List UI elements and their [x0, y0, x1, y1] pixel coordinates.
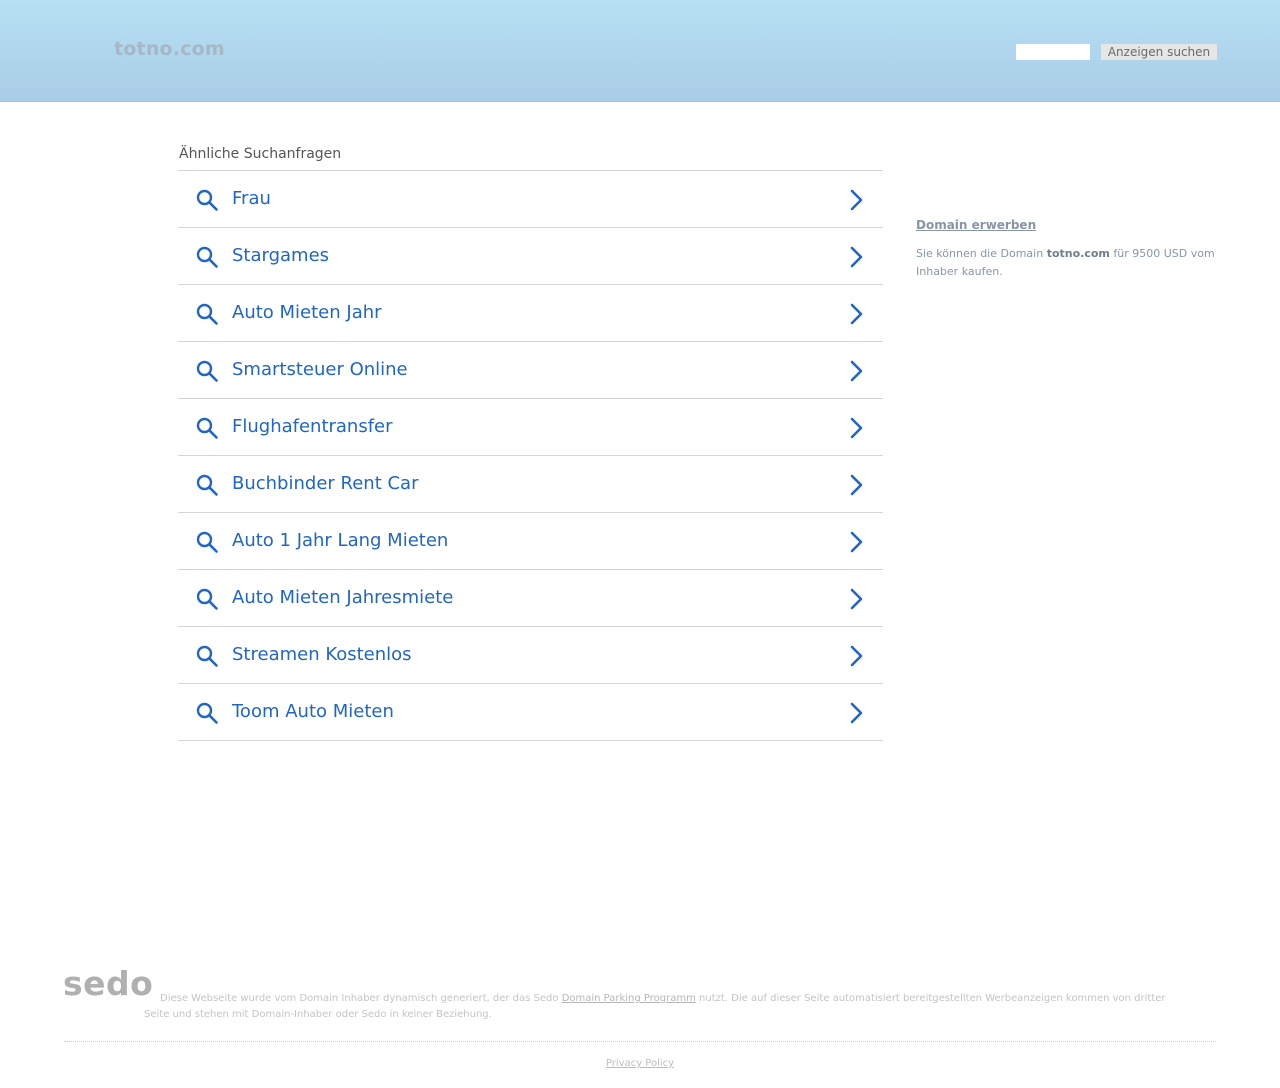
privacy-policy-container: Privacy Policy	[0, 1057, 1280, 1071]
related-search-label[interactable]: Buchbinder Rent Car	[232, 472, 418, 496]
search-icon	[196, 474, 218, 496]
chevron-right-icon	[850, 360, 863, 382]
related-search-item[interactable]: Frau	[178, 171, 883, 228]
related-search-item[interactable]: Auto Mieten Jahr	[178, 285, 883, 342]
related-search-label[interactable]: Auto Mieten Jahresmiete	[232, 586, 453, 610]
related-search-item[interactable]: Flughafentransfer	[178, 399, 883, 456]
search-input[interactable]	[1016, 44, 1090, 60]
related-search-label[interactable]: Toom Auto Mieten	[232, 700, 394, 724]
search-icon	[196, 702, 218, 724]
parking-disclaimer: Diese Webseite wurde vom Domain Inhaber …	[144, 991, 1184, 1023]
privacy-policy-link[interactable]: Privacy Policy	[606, 1058, 674, 1069]
footer-divider	[64, 1041, 1216, 1042]
site-logo[interactable]: totno.com	[114, 38, 225, 60]
search-icon	[196, 360, 218, 382]
chevron-right-icon	[850, 702, 863, 724]
related-search-item[interactable]: Smartsteuer Online	[178, 342, 883, 399]
related-searches-list: Frau Stargames Auto Mieten Jahr Smartsteuer…	[178, 170, 883, 741]
related-search-label[interactable]: Auto 1 Jahr Lang Mieten	[232, 529, 448, 553]
search-icon	[196, 246, 218, 268]
related-search-item[interactable]: Auto 1 Jahr Lang Mieten	[178, 513, 883, 570]
search-icon	[196, 303, 218, 325]
sedo-logo: sedo	[63, 964, 154, 1003]
related-search-item[interactable]: Streamen Kostenlos	[178, 627, 883, 684]
chevron-right-icon	[850, 417, 863, 439]
disclaimer-text-before: Diese Webseite wurde vom Domain Inhaber …	[160, 993, 562, 1004]
header-bar: totno.com Anzeigen suchen	[0, 0, 1280, 102]
buy-domain-name: totno.com	[1046, 247, 1110, 260]
search-icon	[196, 189, 218, 211]
chevron-right-icon	[850, 474, 863, 496]
buy-domain-text-before: Sie können die Domain	[916, 247, 1047, 260]
related-searches-title: Ähnliche Suchanfragen	[179, 146, 342, 162]
chevron-right-icon	[850, 645, 863, 667]
related-search-label[interactable]: Flughafentransfer	[232, 415, 393, 439]
search-icon	[196, 417, 218, 439]
chevron-right-icon	[850, 189, 863, 211]
related-search-label[interactable]: Stargames	[232, 244, 329, 268]
search-icon	[196, 645, 218, 667]
related-search-item[interactable]: Auto Mieten Jahresmiete	[178, 570, 883, 627]
related-search-item[interactable]: Buchbinder Rent Car	[178, 456, 883, 513]
related-search-label[interactable]: Frau	[232, 187, 271, 211]
domain-parking-link[interactable]: Domain Parking Programm	[562, 993, 696, 1004]
related-search-item[interactable]: Stargames	[178, 228, 883, 285]
search-icon	[196, 588, 218, 610]
buy-domain-link[interactable]: Domain erwerben	[916, 218, 1036, 232]
buy-domain-text: Sie können die Domain totno.com für 9500…	[916, 245, 1221, 281]
chevron-right-icon	[850, 246, 863, 268]
search-icon	[196, 531, 218, 553]
search-ads-button[interactable]: Anzeigen suchen	[1101, 44, 1217, 60]
chevron-right-icon	[850, 303, 863, 325]
related-search-label[interactable]: Streamen Kostenlos	[232, 643, 412, 667]
related-search-label[interactable]: Smartsteuer Online	[232, 358, 408, 382]
chevron-right-icon	[850, 531, 863, 553]
related-search-item[interactable]: Toom Auto Mieten	[178, 684, 883, 741]
chevron-right-icon	[850, 588, 863, 610]
related-search-label[interactable]: Auto Mieten Jahr	[232, 301, 382, 325]
